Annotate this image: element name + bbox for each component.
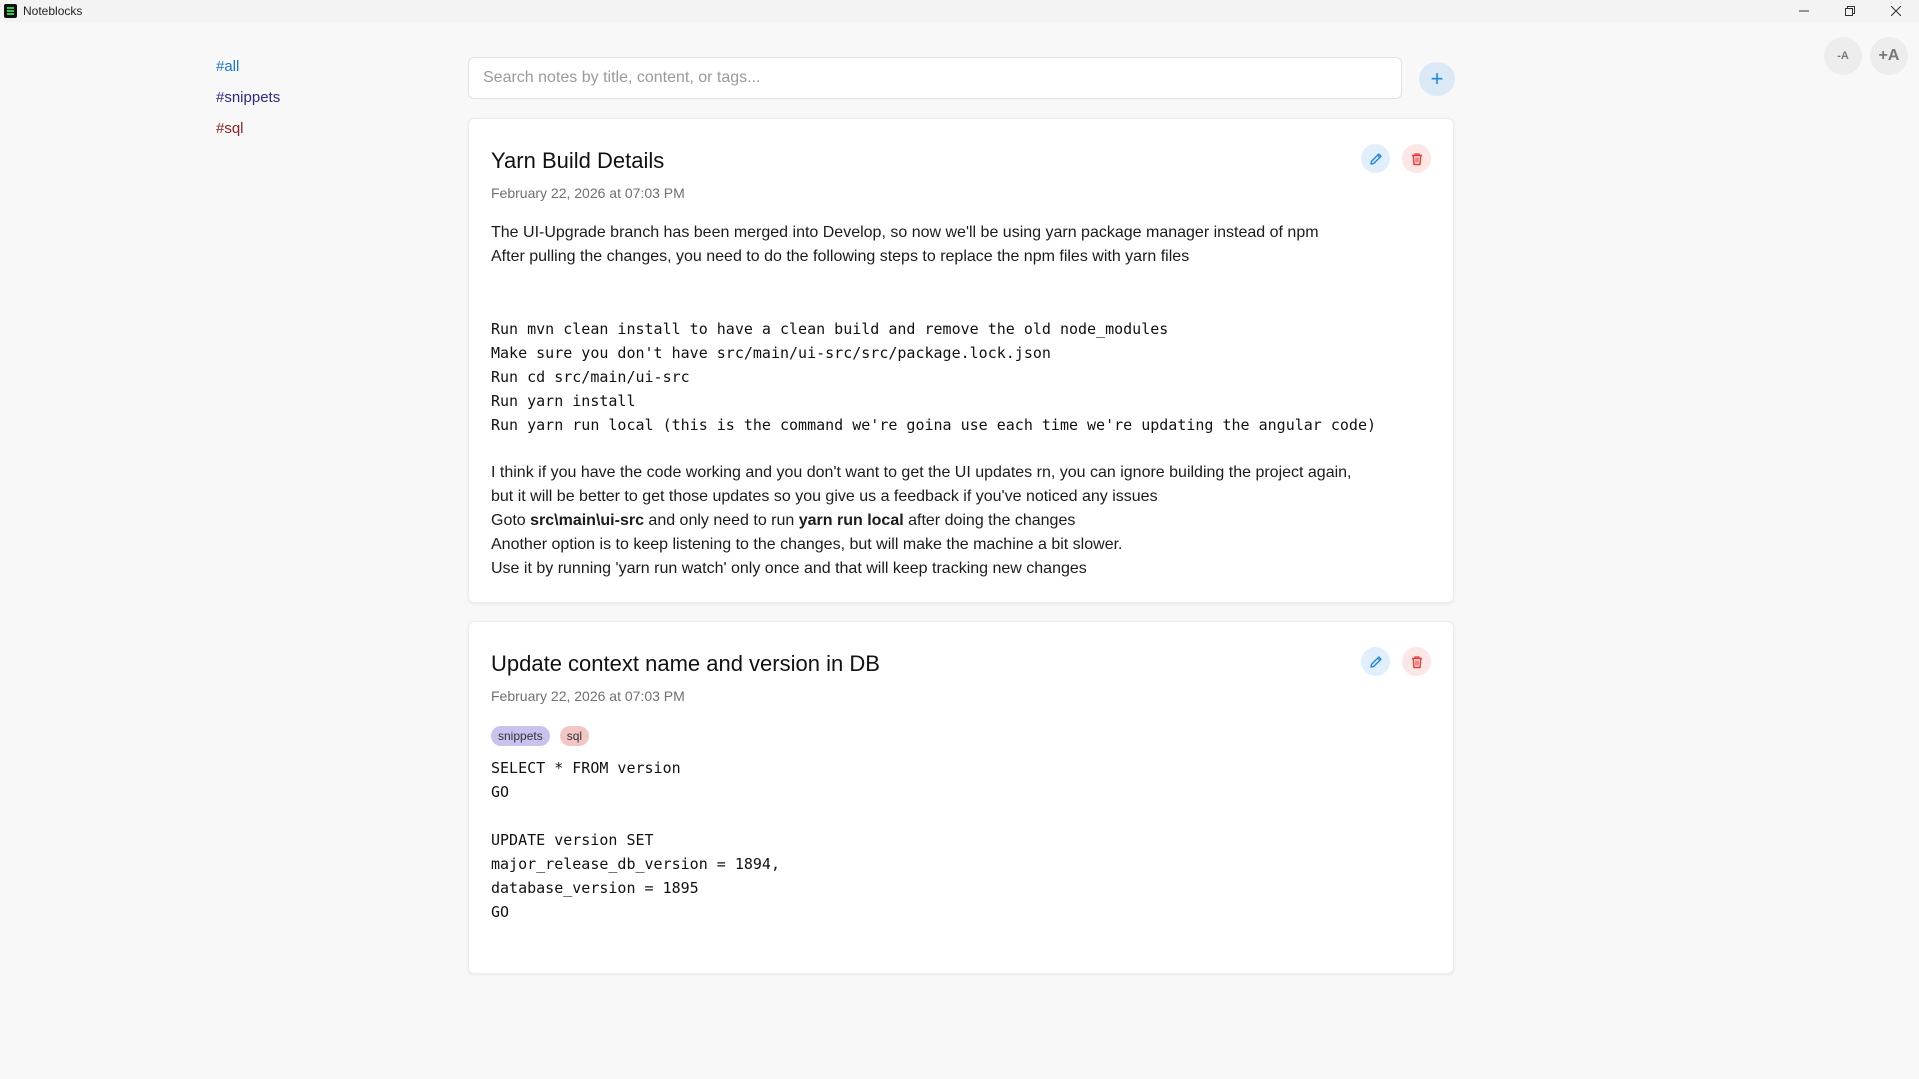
tag-filter-sql[interactable]: #sql (216, 118, 280, 149)
note-date: February 22, 2026 at 07:03 PM (491, 185, 685, 201)
minimize-button[interactable] (1781, 0, 1827, 22)
note-line: Run cd src/main/ui-src (491, 368, 690, 386)
pencil-icon (1369, 152, 1382, 165)
delete-note-button[interactable] (1402, 144, 1431, 173)
app-logo-icon (4, 4, 17, 18)
close-button[interactable] (1873, 0, 1919, 22)
note-line: major_release_db_version = 1894, (491, 855, 780, 873)
search-input[interactable] (468, 57, 1402, 99)
increase-font-button[interactable]: +A (1870, 37, 1908, 75)
close-icon (1891, 6, 1901, 16)
note-line: I think if you have the code working and… (491, 464, 1352, 481)
note-actions (1361, 647, 1431, 676)
note-card: Update context name and version in DB Fe… (468, 621, 1454, 974)
bold-path: src\main\ui-src (530, 512, 644, 529)
edit-note-button[interactable] (1361, 647, 1390, 676)
note-line: Run mvn clean install to have a clean bu… (491, 320, 1169, 338)
note-title: Update context name and version in DB (491, 651, 880, 676)
plus-icon: + (1430, 66, 1444, 91)
tag-filter-all[interactable]: #all (216, 56, 280, 87)
note-body: The UI-Upgrade branch has been merged in… (491, 221, 1431, 581)
maximize-button[interactable] (1827, 0, 1873, 22)
note-line: Run yarn install (491, 392, 636, 410)
text-span: and only need to run (643, 512, 799, 529)
note-line: UPDATE version SET (491, 831, 654, 849)
note-actions (1361, 144, 1431, 173)
note-line: database_version = 1895 (491, 879, 699, 897)
window-controls (1781, 0, 1919, 22)
note-line: GO (491, 783, 510, 801)
tag-filter-snippets[interactable]: #snippets (216, 87, 280, 118)
window-title: Noteblocks (23, 4, 83, 18)
note-line: SELECT * FROM version (491, 759, 681, 777)
title-bar: Noteblocks (0, 0, 1919, 22)
note-card: Yarn Build Details February 22, 2026 at … (468, 118, 1454, 603)
note-body: SELECT * FROM version GO UPDATE version … (491, 756, 1431, 924)
minimize-icon (1799, 10, 1809, 12)
note-line: The UI-Upgrade branch has been merged in… (491, 224, 1319, 241)
bold-command: yarn run local (798, 512, 904, 529)
tag-sidebar: #all #snippets #sql (216, 56, 280, 149)
note-line: Another option is to keep listening to t… (491, 536, 1123, 553)
delete-note-button[interactable] (1402, 647, 1431, 676)
note-line: but it will be better to get those updat… (491, 488, 1158, 505)
note-line: GO (491, 903, 510, 921)
restore-icon (1845, 6, 1855, 16)
note-line: Use it by running 'yarn run watch' only … (491, 560, 1087, 577)
text-span: Goto (491, 512, 531, 529)
tag-chip-sql[interactable]: sql (559, 726, 590, 746)
note-title: Yarn Build Details (491, 148, 665, 173)
edit-note-button[interactable] (1361, 144, 1390, 173)
add-note-button[interactable]: + (1419, 62, 1455, 96)
note-date: February 22, 2026 at 07:03 PM (491, 688, 685, 704)
tag-chip-snippets[interactable]: snippets (491, 726, 550, 746)
decrease-font-button[interactable]: -A (1824, 37, 1862, 75)
note-line: After pulling the changes, you need to d… (491, 248, 1190, 265)
note-line: Run yarn run local (this is the command … (491, 416, 1377, 434)
note-tags: snippets sql (491, 724, 1431, 748)
pencil-icon (1369, 655, 1382, 668)
trash-icon (1411, 152, 1422, 165)
note-line: Goto src\main\ui-src and only need to ru… (491, 509, 1431, 533)
text-span: after doing the changes (903, 512, 1076, 529)
note-line: Make sure you don't have src/main/ui-src… (491, 344, 1051, 362)
trash-icon (1411, 655, 1422, 668)
